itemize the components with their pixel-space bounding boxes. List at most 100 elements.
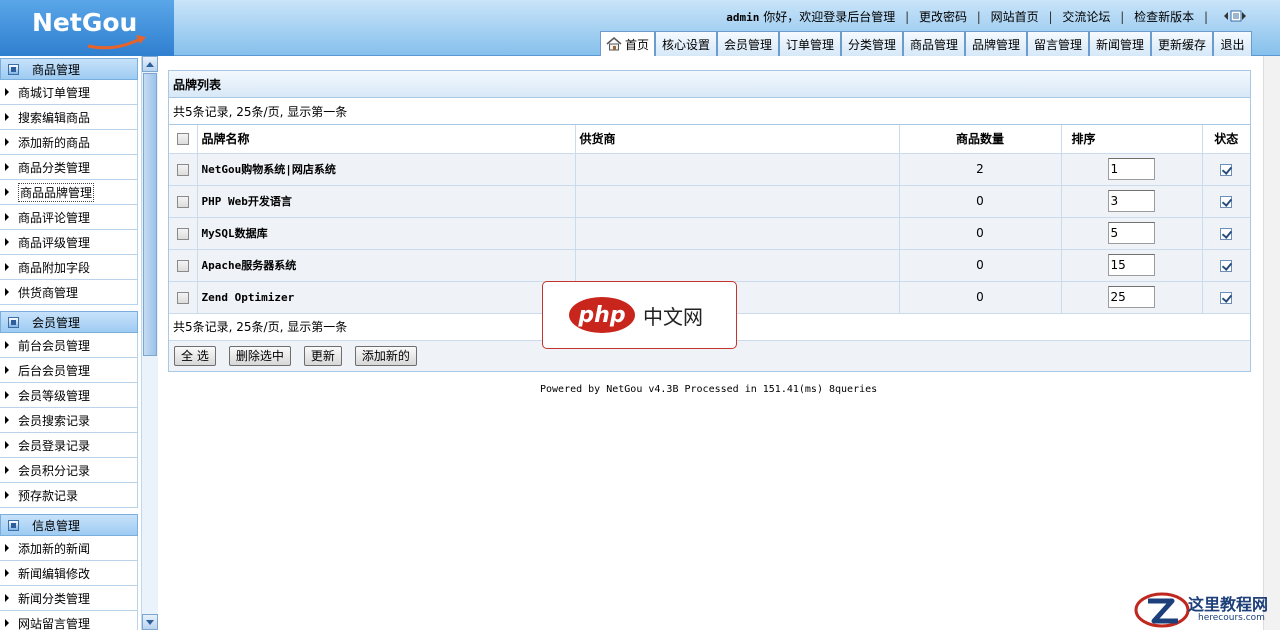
sidebar-section-members[interactable]: 会员管理 (0, 311, 138, 333)
sort-order-input[interactable] (1107, 190, 1155, 212)
arrow-right-icon (5, 491, 9, 499)
sidebar-item-deposit-log[interactable]: 预存款记录 (0, 483, 138, 508)
sidebar-item-add-product[interactable]: 添加新的商品 (0, 130, 138, 155)
row-checkbox[interactable] (176, 259, 189, 272)
table-row: NetGou购物系统|网店系统 2 (169, 153, 1250, 186)
arrow-right-icon (5, 416, 9, 424)
col-status[interactable]: 状态 (1202, 125, 1250, 154)
col-sort[interactable]: 排序 (1061, 125, 1203, 154)
status-checkbox[interactable] (1220, 195, 1233, 208)
delete-selected-button[interactable]: 删除选中 (228, 345, 291, 366)
row-checkbox[interactable] (176, 195, 189, 208)
brand-name-cell[interactable]: Zend Optimizer (197, 281, 576, 314)
arrow-right-icon (5, 569, 9, 577)
arrow-right-icon (5, 88, 9, 96)
update-button[interactable]: 更新 (303, 345, 342, 366)
arrow-right-icon (5, 288, 9, 296)
site-home-link[interactable]: 网站首页 (991, 10, 1039, 24)
supplier-cell (575, 249, 900, 282)
tab-messages[interactable]: 留言管理 (1027, 31, 1089, 56)
top-links: admin 你好，欢迎登录后台管理 | 更改密码 | 网站首页 | 交流论坛 |… (726, 10, 1208, 24)
php-cn-watermark: php 中文网 (542, 281, 737, 349)
add-new-button[interactable]: 添加新的 (354, 345, 417, 366)
arrow-right-icon (5, 441, 9, 449)
logo[interactable]: NetGou (0, 0, 174, 56)
sort-order-input[interactable] (1107, 254, 1155, 276)
brand-name-cell[interactable]: MySQL数据库 (197, 217, 576, 250)
select-all-button[interactable]: 全 选 (174, 345, 216, 366)
status-checkbox[interactable] (1220, 227, 1233, 240)
sidebar: 商品管理 商城订单管理 搜索编辑商品 添加新的商品 商品分类管理 商品品牌管理 … (0, 56, 138, 630)
sidebar-item-suppliers[interactable]: 供货商管理 (0, 280, 138, 305)
product-count-cell: 0 (899, 217, 1062, 250)
sidebar-item-member-login-log[interactable]: 会员登录记录 (0, 433, 138, 458)
sidebar-item-orders[interactable]: 商城订单管理 (0, 80, 138, 105)
tab-update-cache[interactable]: 更新缓存 (1151, 31, 1213, 56)
tab-logout[interactable]: 退出 (1213, 31, 1252, 56)
col-supplier[interactable]: 供货商 (575, 125, 900, 154)
sidebar-item-search-products[interactable]: 搜索编辑商品 (0, 105, 138, 130)
herecours-logo-icon (1134, 592, 1190, 628)
sort-order-input[interactable] (1107, 158, 1155, 180)
sidebar-item-backend-members[interactable]: 后台会员管理 (0, 358, 138, 383)
sidebar-item-frontend-members[interactable]: 前台会员管理 (0, 333, 138, 358)
select-all-header (169, 125, 198, 154)
sort-order-input[interactable] (1107, 286, 1155, 308)
sidebar-section-products[interactable]: 商品管理 (0, 58, 138, 80)
status-checkbox[interactable] (1220, 259, 1233, 272)
forum-link[interactable]: 交流论坛 (1062, 10, 1110, 24)
sidebar-item-product-ratings[interactable]: 商品评级管理 (0, 230, 138, 255)
row-checkbox[interactable] (176, 291, 189, 304)
chevron-down-icon (146, 619, 154, 625)
status-checkbox[interactable] (1220, 291, 1233, 304)
scroll-up-button[interactable] (142, 56, 158, 72)
top-header: NetGou admin 你好，欢迎登录后台管理 | 更改密码 | 网站首页 |… (0, 0, 1280, 56)
brand-name-cell[interactable]: NetGou购物系统|网店系统 (197, 153, 576, 186)
sidebar-scrollbar[interactable] (141, 56, 158, 630)
scroll-down-button[interactable] (142, 614, 158, 630)
logo-swoosh-icon (87, 35, 146, 50)
sidebar-item-member-search-log[interactable]: 会员搜索记录 (0, 408, 138, 433)
tab-core-settings[interactable]: 核心设置 (655, 31, 717, 56)
main-scrollbar[interactable] (1263, 56, 1280, 630)
php-cn-text: 中文网 (643, 304, 703, 329)
tab-products[interactable]: 商品管理 (903, 31, 965, 56)
powered-by-footer: Powered by NetGou v4.3B Processed in 151… (540, 384, 878, 395)
tab-brands[interactable]: 品牌管理 (965, 31, 1027, 56)
sidebar-item-member-levels[interactable]: 会员等级管理 (0, 383, 138, 408)
frame-toggle-icon[interactable] (1220, 9, 1250, 23)
tab-categories[interactable]: 分类管理 (841, 31, 903, 56)
tab-news[interactable]: 新闻管理 (1089, 31, 1151, 56)
sidebar-item-add-news[interactable]: 添加新的新闻 (0, 536, 138, 561)
check-version-link[interactable]: 检查新版本 (1134, 10, 1194, 24)
row-checkbox[interactable] (176, 227, 189, 240)
tab-home[interactable]: 首页 (600, 31, 655, 56)
arrow-right-icon (5, 138, 9, 146)
herecours-url: herecours.com (1198, 613, 1265, 623)
sidebar-item-product-categories[interactable]: 商品分类管理 (0, 155, 138, 180)
tab-members[interactable]: 会员管理 (717, 31, 779, 56)
sidebar-item-product-fields[interactable]: 商品附加字段 (0, 255, 138, 280)
sidebar-item-site-messages[interactable]: 网站留言管理 (0, 611, 138, 630)
header-checkbox[interactable] (176, 133, 189, 146)
status-checkbox[interactable] (1220, 163, 1233, 176)
sidebar-item-news-categories[interactable]: 新闻分类管理 (0, 586, 138, 611)
greeting-text: 你好，欢迎登录后台管理 (763, 10, 896, 24)
sidebar-item-member-points-log[interactable]: 会员积分记录 (0, 458, 138, 483)
product-count-cell: 0 (899, 185, 1062, 218)
sidebar-section-info[interactable]: 信息管理 (0, 514, 138, 536)
brand-name-cell[interactable]: PHP Web开发语言 (197, 185, 576, 218)
col-product-count[interactable]: 商品数量 (899, 125, 1062, 154)
chevron-up-icon (146, 61, 154, 67)
scroll-thumb[interactable] (143, 73, 157, 356)
row-checkbox[interactable] (176, 163, 189, 176)
tab-orders[interactable]: 订单管理 (779, 31, 841, 56)
record-summary: 共5条记录, 25条/页, 显示第一条 (169, 98, 1250, 125)
sort-order-input[interactable] (1107, 222, 1155, 244)
col-brand-name[interactable]: 品牌名称 (197, 125, 576, 154)
sidebar-item-edit-news[interactable]: 新闻编辑修改 (0, 561, 138, 586)
change-password-link[interactable]: 更改密码 (919, 10, 967, 24)
sidebar-item-product-brands[interactable]: 商品品牌管理 (0, 180, 138, 205)
sidebar-item-product-reviews[interactable]: 商品评论管理 (0, 205, 138, 230)
brand-name-cell[interactable]: Apache服务器系统 (197, 249, 576, 282)
